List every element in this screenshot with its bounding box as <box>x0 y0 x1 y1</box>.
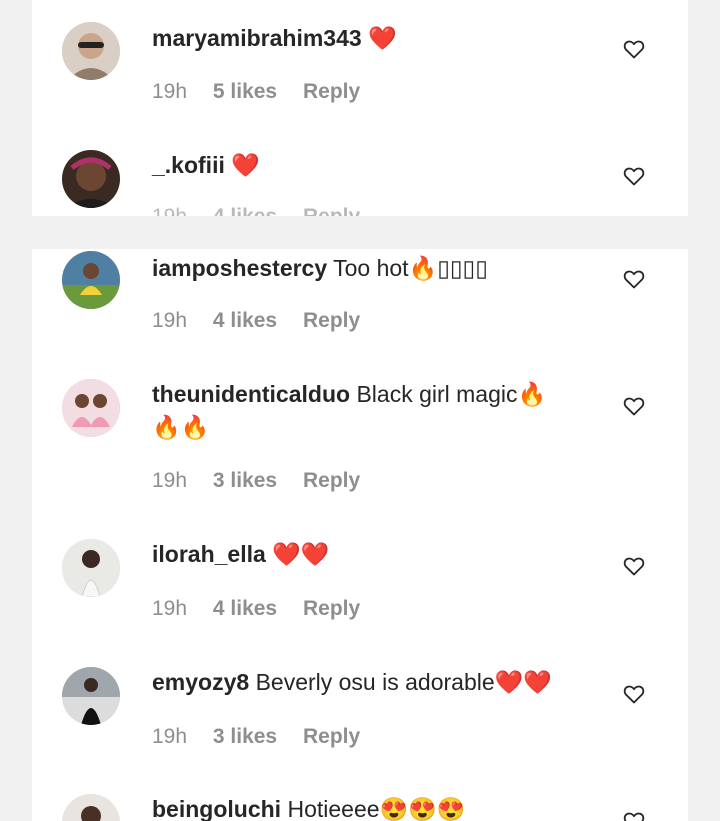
emoji-text: ❤️❤️ <box>272 541 330 567</box>
likes-count[interactable]: 4 likes <box>213 597 277 620</box>
emoji-text: 🔥🔥 <box>152 414 210 440</box>
timestamp: 19h <box>152 80 188 103</box>
username[interactable]: theunidenticalduo <box>152 381 350 407</box>
comment-text: maryamibrahim343 ❤️ <box>152 22 592 55</box>
avatar[interactable] <box>62 251 120 309</box>
heart-outline-icon[interactable] <box>622 267 646 291</box>
reply-button[interactable]: Reply <box>303 469 360 492</box>
comment-meta: 19h 3 likes Reply <box>152 469 380 493</box>
avatar[interactable] <box>62 539 120 597</box>
comment-body: Hotieeee <box>287 796 380 821</box>
username[interactable]: ilorah_ella <box>152 541 266 567</box>
emoji-text: ▯▯▯▯ <box>437 255 488 281</box>
heart-outline-icon[interactable] <box>622 164 646 188</box>
heart-outline-icon[interactable] <box>622 554 646 578</box>
comment-text: _.kofiii ❤️ <box>152 149 592 182</box>
avatar[interactable] <box>62 794 120 821</box>
heart-outline-icon[interactable] <box>622 37 646 61</box>
username[interactable]: maryamibrahim343 <box>152 25 362 51</box>
comment-body: Beverly osu is adorable <box>255 669 495 695</box>
likes-count[interactable]: 5 likes <box>213 80 277 103</box>
emoji-text: ❤️ <box>231 152 260 178</box>
avatar[interactable] <box>62 379 120 437</box>
comment-text: theunidenticalduo Black girl magic🔥 🔥🔥 <box>152 378 592 444</box>
username[interactable]: _.kofiii <box>152 152 225 178</box>
heart-outline-icon[interactable] <box>622 809 646 821</box>
likes-count[interactable]: 3 likes <box>213 469 277 492</box>
username[interactable]: iamposhestercy <box>152 255 327 281</box>
username[interactable]: emyozy8 <box>152 669 249 695</box>
reply-button[interactable]: Reply <box>303 725 360 748</box>
comment-text: emyozy8 Beverly osu is adorable❤️❤️ <box>152 666 592 699</box>
timestamp: 19h <box>152 597 188 620</box>
heart-outline-icon[interactable] <box>622 682 646 706</box>
comment-meta: 19h 4 likes Reply <box>152 597 380 621</box>
reply-button[interactable]: Reply <box>303 309 360 332</box>
heart-outline-icon[interactable] <box>622 394 646 418</box>
reply-button[interactable]: Reply <box>303 80 360 103</box>
emoji-text: 😍😍😍 <box>379 796 466 821</box>
timestamp: 19h <box>152 205 187 216</box>
comment-meta: 19h 4 likes Reply <box>152 205 380 216</box>
timestamp: 19h <box>152 469 188 492</box>
likes-count[interactable]: 3 likes <box>213 725 277 748</box>
comment-body: Black girl magic🔥 <box>356 381 547 407</box>
avatar[interactable] <box>62 150 120 208</box>
avatar[interactable] <box>62 22 120 80</box>
reply-button[interactable]: Reply <box>303 205 360 216</box>
likes-count[interactable]: 4 likes <box>213 205 277 216</box>
timestamp: 19h <box>152 309 188 332</box>
comment-body: Too hot🔥 <box>333 255 438 281</box>
comment-meta: 19h 3 likes Reply <box>152 725 380 749</box>
likes-count[interactable]: 4 likes <box>213 309 277 332</box>
emoji-text: ❤️❤️ <box>494 669 552 695</box>
comment-text: iamposhestercy Too hot🔥▯▯▯▯ <box>152 252 592 285</box>
comment-meta: 19h 4 likes Reply <box>152 309 380 333</box>
comment-meta: 19h 5 likes Reply <box>152 80 380 104</box>
comment-text: beingoluchi Hotieeee😍😍😍 <box>152 793 592 821</box>
comment-panel-bottom: iamposhestercy Too hot🔥▯▯▯▯ 19h 4 likes … <box>32 249 688 821</box>
reply-button[interactable]: Reply <box>303 597 360 620</box>
emoji-text: ❤️ <box>368 25 397 51</box>
username[interactable]: beingoluchi <box>152 796 281 821</box>
comment-text: ilorah_ella ❤️❤️ <box>152 538 592 571</box>
avatar[interactable] <box>62 667 120 725</box>
timestamp: 19h <box>152 725 188 748</box>
comment-panel-top: maryamibrahim343 ❤️ 19h 5 likes Reply _.… <box>32 0 688 216</box>
